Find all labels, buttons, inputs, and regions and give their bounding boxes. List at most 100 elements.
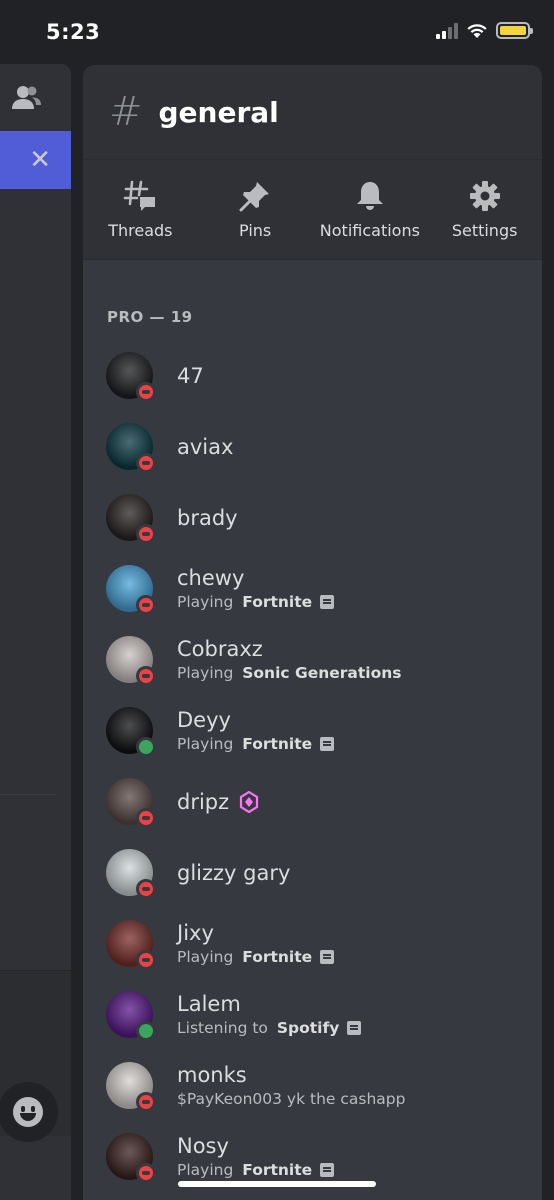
member-activity: Listening to Spotify — [177, 1019, 362, 1037]
pins-button[interactable]: Pins — [198, 160, 313, 259]
member-name: aviax — [177, 435, 233, 459]
channel-actions: Threads Pins Notifications Settings — [83, 160, 542, 260]
activity-prefix: Playing — [177, 1161, 239, 1179]
threads-label: Threads — [108, 221, 173, 240]
member-row[interactable]: 47 — [83, 340, 542, 411]
member-name-text: Jixy — [177, 921, 214, 945]
member-name-text: brady — [177, 505, 238, 530]
member-info: Jixy Playing Fortnite — [177, 921, 335, 966]
avatar — [106, 1133, 156, 1183]
activity-name: Fortnite — [242, 1161, 313, 1179]
member-row[interactable]: aviax — [83, 411, 542, 482]
member-name-text: Nosy — [177, 1134, 229, 1158]
avatar — [106, 494, 156, 544]
member-name: monks — [177, 1063, 405, 1087]
member-name: Lalem — [177, 992, 361, 1016]
dnd-status-icon — [136, 950, 156, 970]
member-info: aviax — [177, 435, 233, 459]
member-row[interactable]: Cobraxz Playing Sonic Generations — [83, 624, 542, 695]
dnd-status-icon — [136, 1163, 156, 1183]
role-section-title: PRO — 19 — [107, 308, 193, 326]
threads-button[interactable]: Threads — [83, 160, 198, 259]
member-row[interactable]: chewy Playing Fortnite — [83, 553, 542, 624]
channel-header: # general — [83, 65, 542, 160]
dnd-status-icon — [136, 879, 156, 899]
member-row[interactable]: Jixy Playing Fortnite — [83, 908, 542, 979]
member-row[interactable]: glizzy gary — [83, 837, 542, 908]
divider — [0, 794, 56, 795]
member-name: Deyy — [177, 708, 334, 732]
rich-presence-icon — [320, 737, 335, 751]
status-icons — [436, 22, 533, 39]
member-name: Jixy — [177, 921, 334, 945]
member-info: brady — [177, 506, 238, 530]
activity-prefix: Playing — [177, 735, 239, 753]
avatar — [106, 920, 156, 970]
activity-name: Spotify — [276, 1019, 340, 1037]
member-row[interactable]: Lalem Listening to Spotify — [83, 979, 542, 1050]
activity-prefix: Playing — [177, 664, 239, 682]
gear-icon — [469, 181, 500, 211]
member-name: Nosy — [177, 1134, 334, 1158]
member-row[interactable]: brady — [83, 482, 542, 553]
member-name-text: Cobraxz — [177, 637, 263, 661]
hash-icon: # — [109, 89, 143, 135]
member-name-text: chewy — [177, 566, 245, 590]
settings-button[interactable]: Settings — [427, 160, 542, 259]
dnd-status-icon — [136, 666, 156, 686]
members-icon[interactable] — [10, 82, 42, 114]
member-name: 47 — [177, 364, 204, 388]
settings-label: Settings — [451, 221, 518, 240]
online-status-icon — [136, 737, 156, 757]
status-bar: 5:23 — [0, 0, 554, 64]
member-row[interactable]: Deyy Playing Fortnite — [83, 695, 542, 766]
pin-icon — [239, 182, 270, 212]
home-indicator[interactable] — [178, 1181, 376, 1187]
member-info: Deyy Playing Fortnite — [177, 708, 335, 753]
cellular-signal-icon — [436, 22, 458, 39]
activity-name: Sonic Generations — [242, 664, 402, 682]
member-activity: Playing Fortnite — [177, 735, 335, 753]
emoji-button[interactable] — [0, 1082, 58, 1142]
status-time: 5:23 — [46, 20, 101, 44]
notifications-button[interactable]: Notifications — [313, 160, 428, 259]
member-info: monks $PayKeon003 yk the cashapp — [177, 1063, 405, 1108]
avatar — [106, 849, 156, 899]
dnd-status-icon — [136, 382, 156, 402]
activity-name: Fortnite — [242, 593, 313, 611]
activity-name: Fortnite — [242, 948, 313, 966]
dnd-status-icon — [136, 453, 156, 473]
custom-status-text: $PayKeon003 yk the cashapp — [177, 1090, 406, 1108]
close-button[interactable]: ✕ — [0, 131, 71, 189]
member-name: chewy — [177, 566, 334, 590]
avatar — [106, 1062, 156, 1112]
member-info: chewy Playing Fortnite — [177, 566, 335, 611]
member-row[interactable]: dripz — [83, 766, 542, 837]
avatar — [106, 565, 156, 615]
member-activity: $PayKeon003 yk the cashapp — [177, 1090, 405, 1108]
member-name-text: 47 — [177, 363, 204, 388]
channel-name: general — [158, 95, 279, 129]
avatar — [106, 423, 156, 473]
member-info: 47 — [177, 364, 204, 388]
members-drawer: # general Threads Pins Notifications Set… — [83, 65, 542, 1200]
avatar — [106, 636, 156, 686]
dnd-status-icon — [136, 595, 156, 615]
member-name: Cobraxz — [177, 637, 402, 661]
activity-prefix: Listening to — [177, 1019, 273, 1037]
member-row[interactable]: monks $PayKeon003 yk the cashapp — [83, 1050, 542, 1121]
member-list: PRO — 19 47 aviax brady chewy Playing Fortni… — [83, 260, 542, 1192]
member-activity: Playing Fortnite — [177, 593, 335, 611]
dnd-status-icon — [136, 1092, 156, 1112]
member-activity: Playing Fortnite — [177, 1161, 335, 1179]
member-name-text: Lalem — [177, 992, 241, 1016]
member-info: Lalem Listening to Spotify — [177, 992, 362, 1037]
rich-presence-icon — [320, 595, 335, 609]
member-info: dripz — [177, 790, 259, 814]
avatar — [106, 991, 156, 1041]
member-name-text: aviax — [177, 434, 234, 459]
dnd-status-icon — [136, 808, 156, 828]
member-name-text: glizzy gary — [177, 860, 291, 885]
server-boost-icon — [240, 790, 259, 813]
member-name-text: Deyy — [177, 708, 231, 732]
